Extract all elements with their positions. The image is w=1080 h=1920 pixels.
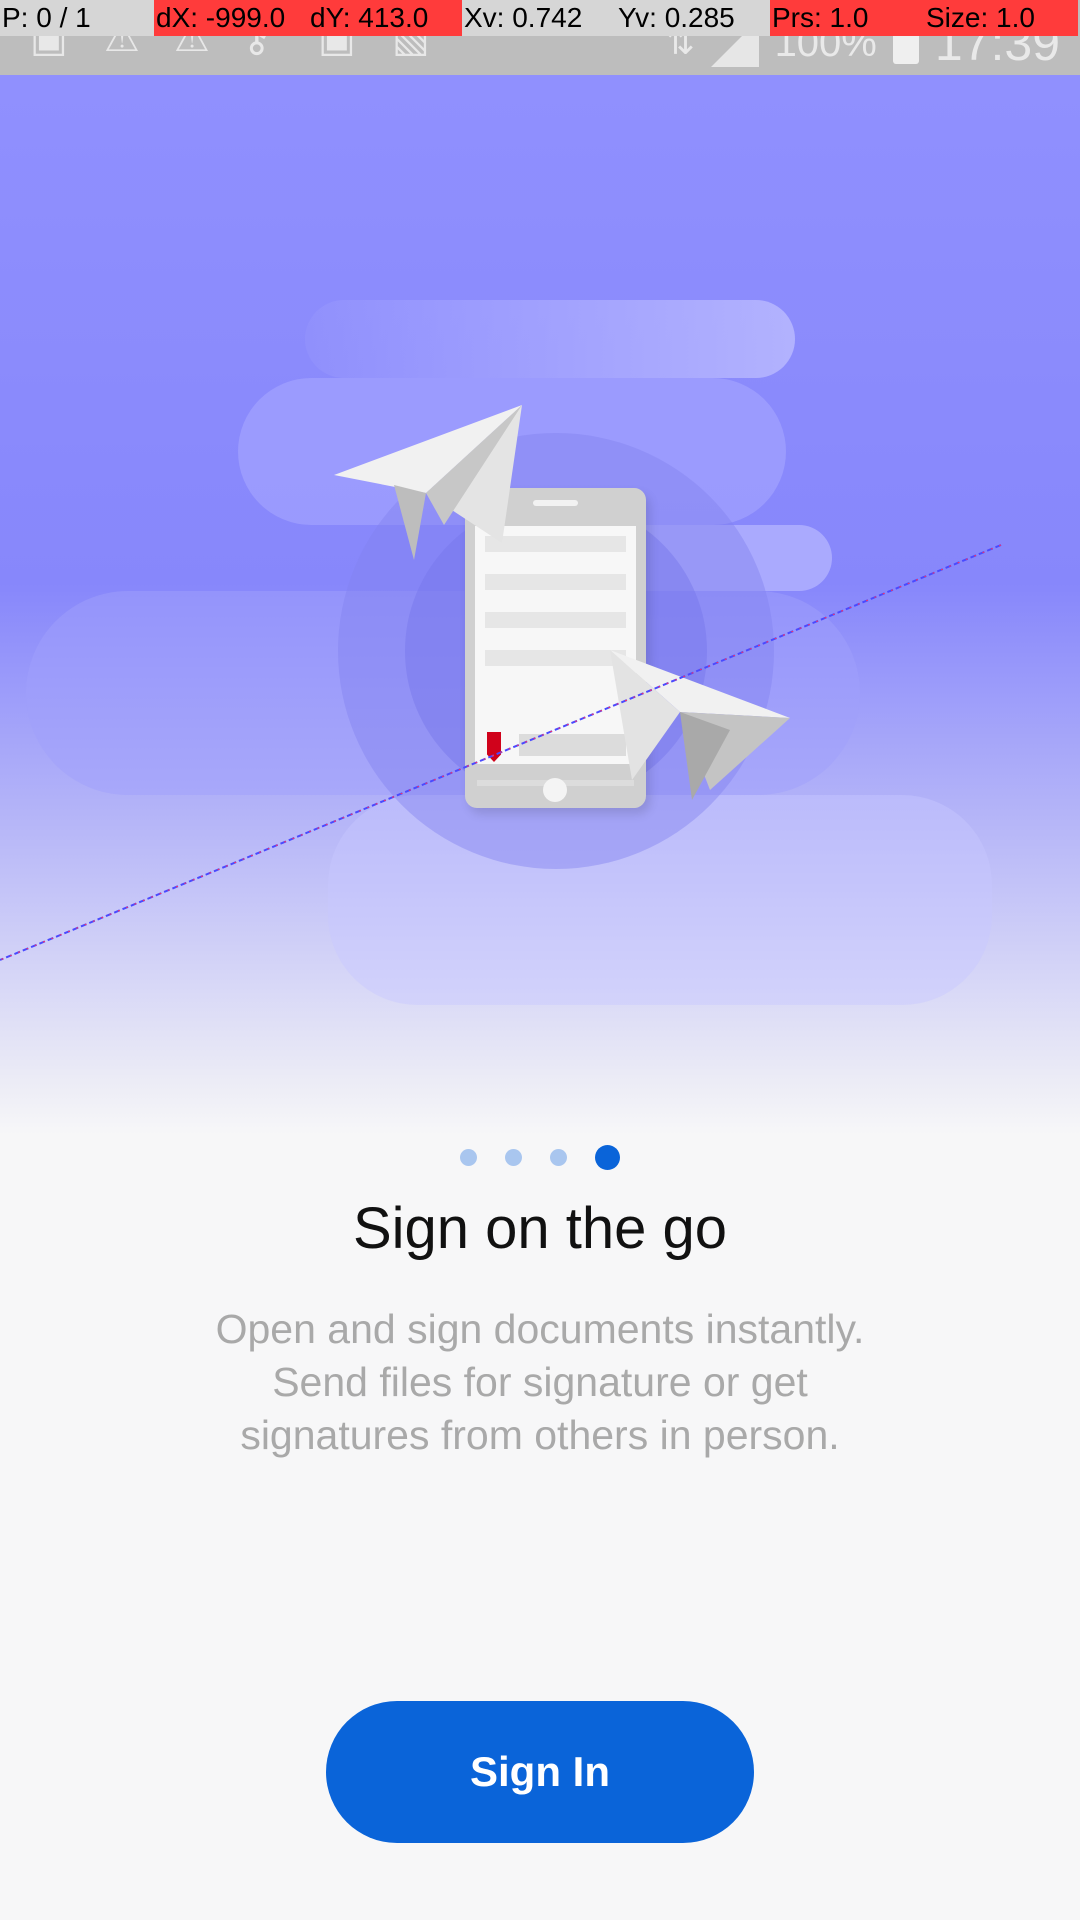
document-line (485, 650, 626, 666)
page-dot[interactable] (505, 1149, 522, 1166)
pointer-location-overlay: P: 0 / 1 dX: -999.0 dY: 413.0 Xv: 0.742 … (0, 0, 1080, 36)
page-dot[interactable] (550, 1149, 567, 1166)
sign-in-button[interactable]: Sign In (326, 1701, 754, 1843)
paper-plane-icon (334, 405, 522, 560)
debug-yv: Yv: 0.285 (616, 0, 770, 36)
phone-speaker (533, 500, 578, 506)
page-dot[interactable] (460, 1149, 477, 1166)
debug-dy: dY: 413.0 (308, 0, 462, 36)
debug-xv: Xv: 0.742 (462, 0, 616, 36)
page-dot-active[interactable] (595, 1145, 620, 1170)
bookmark-icon (487, 732, 501, 762)
paper-plane-icon (610, 650, 790, 800)
debug-pointer: P: 0 / 1 (0, 0, 154, 36)
onboarding-description: Open and sign documents instantly. Send … (215, 1306, 865, 1458)
hero-illustration (0, 75, 1080, 1135)
debug-pressure: Prs: 1.0 (770, 0, 924, 36)
cloud (305, 300, 795, 378)
debug-dx: dX: -999.0 (154, 0, 308, 36)
onboarding-title: Sign on the go (352, 1196, 728, 1261)
phone-home-button (543, 778, 567, 802)
debug-size: Size: 1.0 (924, 0, 1078, 36)
document-line (485, 612, 626, 628)
page-indicator (0, 1145, 1080, 1170)
document-line (485, 574, 626, 590)
